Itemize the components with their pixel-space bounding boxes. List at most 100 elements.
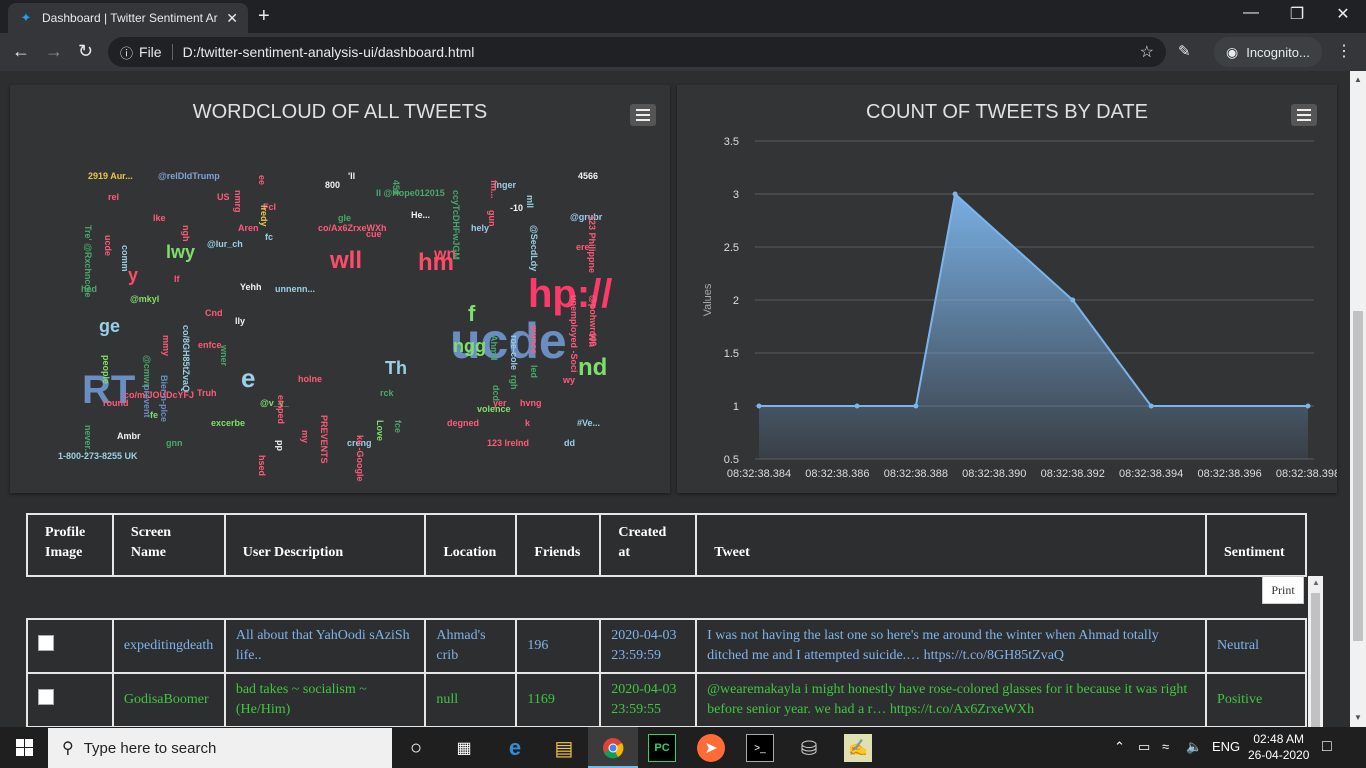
cell-created: 2020-04-03 23:59:59 [599,618,698,674]
terminal-icon[interactable]: >_ [746,734,774,762]
wordcloud-word: ngh [181,225,191,242]
wordcloud-word: roe-cole [509,335,519,371]
wordcloud-word: lly [235,316,246,326]
cell-friends: 1169 [515,672,602,727]
x-tick-labels: 08:32:38.384 08:32:38.386 08:32:38.388 08:3… [727,468,1337,480]
incognito-icon: ◉ [1226,43,1239,60]
tab-strip: ✦ Dashboard | Twitter Sentiment Ar ✕ + —… [0,0,1366,33]
y-tick-label: 3 [733,189,739,201]
data-point[interactable] [913,403,919,409]
scroll-thumb[interactable] [1353,311,1363,641]
tab-dashboard[interactable]: ✦ Dashboard | Twitter Sentiment Ar ✕ [8,3,248,33]
wordcloud-word: lf [174,274,180,284]
wordcloud-word: fce [393,420,403,434]
reload-icon[interactable]: ↻ [78,41,93,62]
wordcloud-word: US [217,192,230,202]
data-point[interactable] [1070,297,1076,303]
wordcloud-word: e [241,363,256,393]
column-header[interactable]: Sentiment [1204,513,1308,577]
wordcloud-word: Truh [197,388,217,398]
wordcloud-word: excerbe [211,418,246,428]
cell-location: Ahmad's crib [424,618,518,674]
back-icon[interactable]: ← [12,41,30,62]
wifi-icon[interactable]: ≈ [1162,739,1169,754]
extension-icon[interactable]: ✎ [1178,42,1191,60]
task-view-icon[interactable]: ▦ [450,734,478,762]
column-header[interactable]: Friends [515,513,602,577]
notifications-icon[interactable]: □ [1322,738,1332,756]
series-area [759,194,1308,459]
volume-icon[interactable]: 🔈 [1186,739,1202,755]
start-button[interactable] [0,727,48,768]
notepad-icon[interactable]: ✍ [844,734,872,762]
pycharm-icon[interactable]: PC [648,734,676,762]
scroll-up-icon[interactable]: ▲ [1312,578,1320,587]
table-scrollbar[interactable]: ▲ [1308,576,1323,727]
url-text[interactable]: D:/twitter-sentiment-analysis-ui/dashboa… [183,44,1140,60]
page-scrollbar[interactable]: ▲ ▼ [1350,71,1366,727]
wordcloud-word: Ahmd [489,335,499,361]
close-tab-icon[interactable]: ✕ [226,10,238,27]
close-window-icon[interactable]: ✕ [1320,4,1366,24]
forward-icon[interactable]: → [45,41,63,62]
more-menu-icon[interactable]: ⋮ [1336,41,1352,61]
bookmark-star-icon[interactable]: ☆ [1140,42,1154,62]
wordcloud-word: people [101,355,111,385]
scroll-thumb[interactable] [1311,593,1320,727]
wordcloud-word: Wh [587,333,597,347]
database-icon[interactable]: ⛁ [795,734,823,762]
chrome-icon[interactable] [599,734,627,762]
x-tick-label: 08:32:38.392 [1041,468,1105,480]
header-line: Name [130,545,166,560]
incognito-badge[interactable]: ◉ Incognito... [1214,37,1322,67]
wordcloud-word: volence [477,404,511,414]
new-tab-icon[interactable]: + [258,5,270,28]
file-explorer-icon[interactable]: ▤ [550,734,578,762]
header-line: Location [443,545,497,560]
wordcloud-word: @mkyl [130,294,160,304]
y-axis-label: Values [702,283,714,316]
x-tick-label: 08:32:38.388 [884,468,948,480]
data-point[interactable] [1305,403,1311,409]
taskbar-search[interactable]: ⚲ Type here to search [48,728,392,768]
table-row[interactable]: GodisaBoomer bad takes ~ socialism ~ (He/… [26,672,1307,727]
language-indicator[interactable]: ENG [1212,739,1240,754]
column-header[interactable]: Created at [599,513,698,577]
cell-description: bad takes ~ socialism ~ (He/Him) [223,672,427,727]
cortana-icon[interactable]: ○ [402,734,430,762]
edge-icon[interactable]: e [501,734,529,762]
info-icon[interactable]: ⓘ [120,43,133,62]
header-line: Created [618,525,667,540]
page-content: WORDCLOUD OF ALL TWEETS 2919 Aur... @relD… [0,71,1350,727]
wordcloud-word: unnenn... [275,284,315,294]
wordcloud-word: gnn [166,438,183,448]
column-header[interactable]: Screen Name [111,513,226,577]
profile-image-cell [26,672,114,727]
show-hidden-icons-icon[interactable]: ⌃ [1114,739,1125,755]
data-point[interactable] [854,403,860,409]
data-point[interactable] [952,191,958,197]
column-header[interactable]: Profile Image [26,513,114,577]
clock[interactable]: 02:48 AM 26-04-2020 [1248,731,1309,763]
broken-image-icon [38,688,54,705]
scroll-down-icon[interactable]: ▼ [1354,713,1362,722]
data-point[interactable] [1148,403,1154,409]
wordcloud-word: rgh [509,375,519,390]
column-header[interactable]: User Description [223,513,427,577]
print-button[interactable]: Print [1262,576,1304,604]
wordcloud-word: fm... [489,180,499,199]
table-row[interactable]: expeditingdeath All about that YahOodi sA… [26,618,1307,674]
wordcloud-word: ee [257,175,267,186]
header-line: Profile [45,525,86,540]
column-header[interactable]: Location [424,513,518,577]
minimize-icon[interactable]: — [1228,4,1274,22]
cell-created: 2020-04-03 23:59:55 [599,672,698,727]
postman-icon[interactable]: ➤ [697,734,725,762]
scroll-up-icon[interactable]: ▲ [1354,75,1362,84]
restore-icon[interactable]: ❐ [1274,4,1320,24]
data-point[interactable] [756,403,762,409]
address-bar[interactable]: ⓘ File D:/twitter-sentiment-analysis-ui/… [108,37,1166,67]
column-header[interactable]: Tweet [695,513,1207,577]
battery-icon[interactable]: ▭ [1138,739,1150,755]
wordcloud-word: 2919 Aur... [88,171,133,181]
